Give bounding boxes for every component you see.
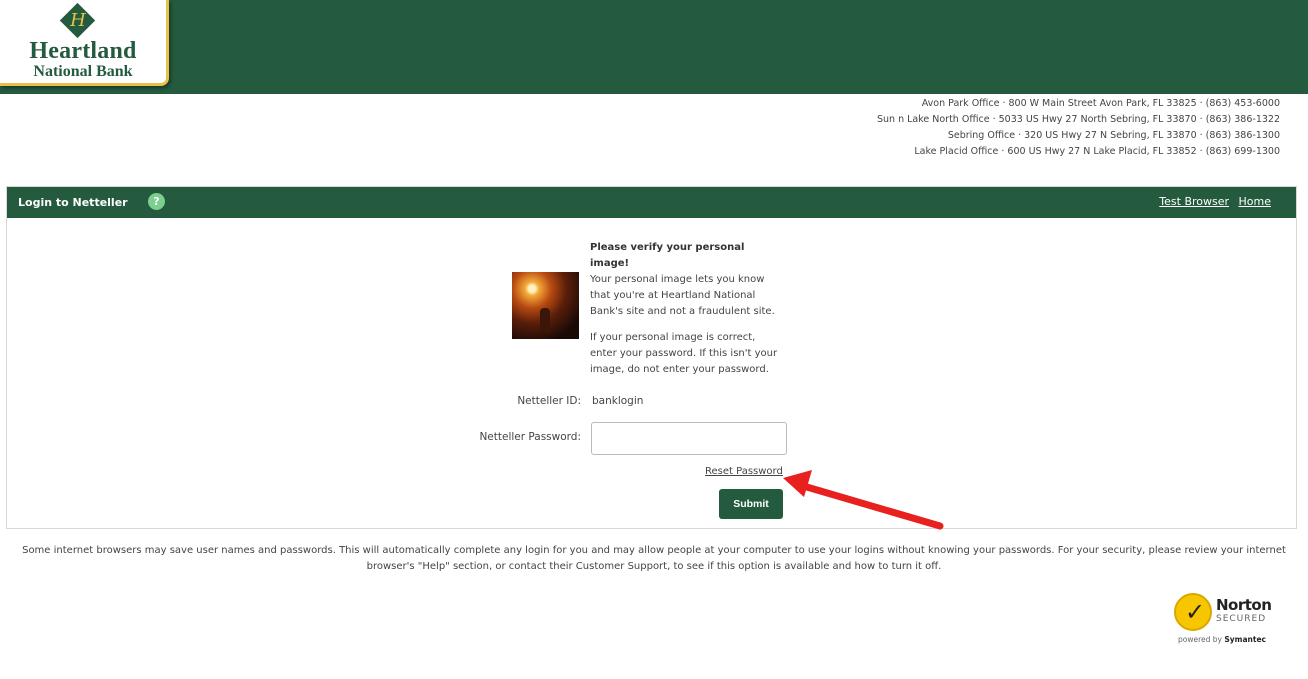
site-header: H Heartland National Bank xyxy=(0,0,1308,94)
norton-secured: SECURED xyxy=(1216,614,1267,624)
netteller-id-value: banklogin xyxy=(592,395,644,407)
logo-monogram: H xyxy=(70,10,86,31)
help-icon[interactable]: ? xyxy=(148,193,165,210)
office-lake-placid: Lake Placid Office · 600 US Hwy 27 N Lak… xyxy=(914,146,1280,157)
verify-para2: If your personal image is correct, enter… xyxy=(590,332,778,375)
login-panel: Login to Netteller ? Test Browser Home P… xyxy=(6,186,1297,529)
personal-image xyxy=(512,272,579,339)
office-list: Avon Park Office · 800 W Main Street Avo… xyxy=(877,96,1280,160)
fire-performer-figure xyxy=(540,308,550,332)
verify-message: Please verify your personal image! Your … xyxy=(590,240,785,388)
office-sun-n-lake: Sun n Lake North Office · 5033 US Hwy 27… xyxy=(876,114,1280,125)
panel-title: Login to Netteller xyxy=(18,196,128,209)
reset-password-link[interactable]: Reset Password xyxy=(705,466,783,477)
norton-powered-by: powered by Symantec xyxy=(1178,635,1266,644)
netteller-id-label: Netteller ID: xyxy=(517,395,581,407)
verify-heading: Please verify your personal image! xyxy=(590,242,745,269)
norton-secured-badge[interactable]: ✓ Norton SECURED powered by Symantec xyxy=(1172,588,1280,650)
browser-disclaimer: Some internet browsers may save user nam… xyxy=(22,545,1286,572)
password-input[interactable] xyxy=(591,422,787,455)
norton-name: Norton xyxy=(1216,596,1272,614)
logo-name-line1: Heartland xyxy=(29,38,137,64)
symantec-text: Symantec xyxy=(1224,635,1266,644)
home-link[interactable]: Home xyxy=(1239,195,1271,208)
verify-para1: Your personal image lets you know that y… xyxy=(590,274,775,317)
logo-name-line2: National Bank xyxy=(33,63,133,80)
header-links: Test Browser Home xyxy=(1153,195,1271,208)
office-sebring: Sebring Office · 320 US Hwy 27 N Sebring… xyxy=(947,130,1280,141)
bank-logo[interactable]: H Heartland National Bank xyxy=(0,0,169,86)
submit-button[interactable]: Submit xyxy=(719,489,783,519)
powered-by-text: powered by xyxy=(1178,635,1222,644)
checkmark-glyph: ✓ xyxy=(1185,598,1206,626)
panel-header: Login to Netteller ? Test Browser Home xyxy=(7,187,1296,218)
checkmark-icon: ✓ xyxy=(1174,593,1212,631)
password-label: Netteller Password: xyxy=(479,431,581,443)
office-avon-park: Avon Park Office · 800 W Main Street Avo… xyxy=(921,98,1280,109)
test-browser-link[interactable]: Test Browser xyxy=(1159,195,1229,208)
